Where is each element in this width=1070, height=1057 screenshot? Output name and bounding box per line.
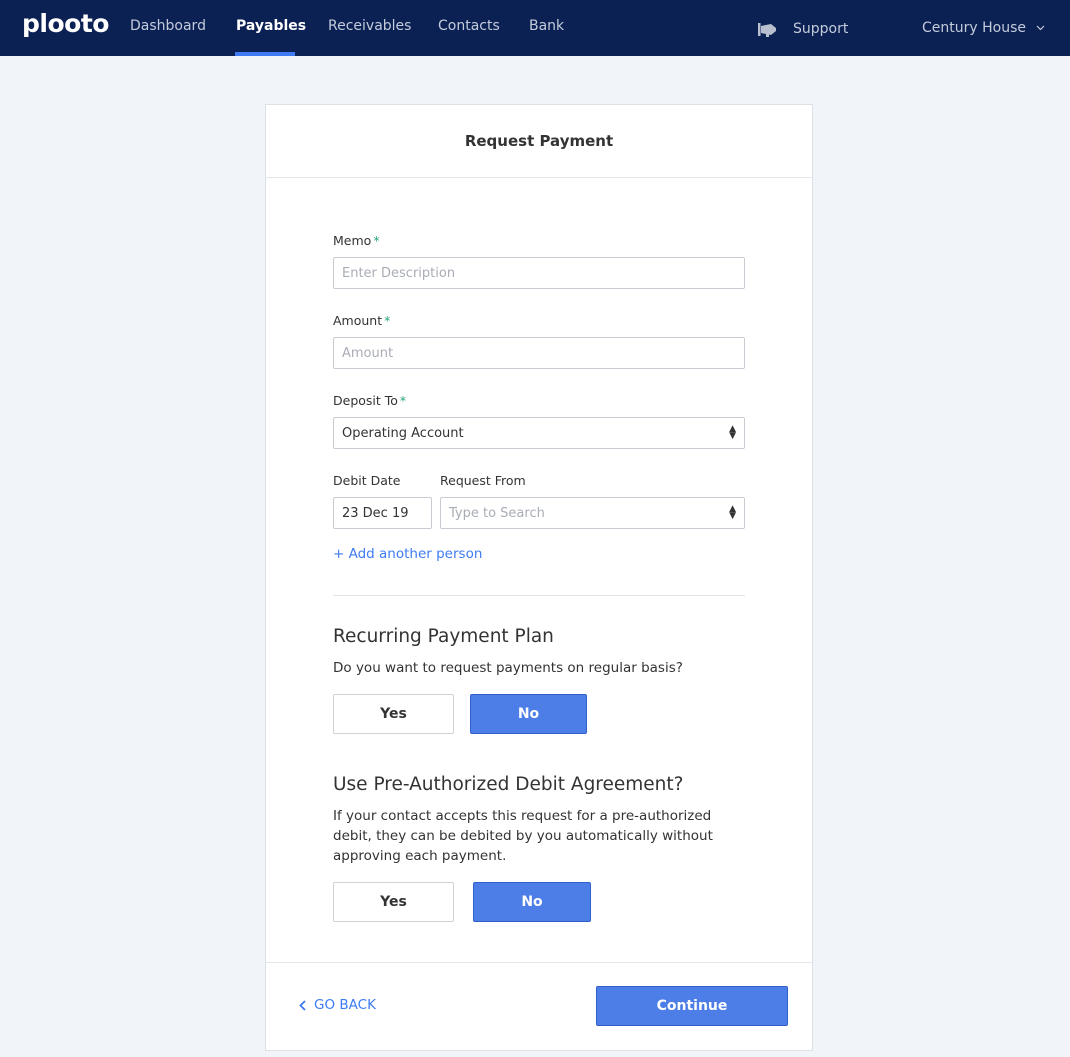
memo-input[interactable] xyxy=(333,257,745,289)
go-back-link[interactable]: GO BACK xyxy=(299,997,376,1013)
continue-button[interactable]: Continue xyxy=(596,986,788,1026)
account-name: Century House xyxy=(922,20,1026,36)
deposit-to-select[interactable]: Operating Account ▲ ▼ xyxy=(333,417,745,449)
nav-item-dashboard[interactable]: Dashboard xyxy=(130,18,206,34)
request-from-select[interactable]: Type to Search ▲ ▼ xyxy=(440,497,745,529)
active-nav-indicator xyxy=(235,52,295,56)
nav-item-receivables[interactable]: Receivables xyxy=(328,18,411,34)
request-from-placeholder: Type to Search xyxy=(449,505,545,521)
pad-agreement-title: Use Pre-Authorized Debit Agreement? xyxy=(333,774,684,795)
request-payment-card: Request Payment Memo* Amount* Deposit To… xyxy=(265,104,813,1051)
debit-date-field[interactable]: 23 Dec 19 xyxy=(333,497,432,529)
debit-date-label: Debit Date xyxy=(333,473,401,488)
card-title: Request Payment xyxy=(266,105,812,178)
nav-item-bank[interactable]: Bank xyxy=(529,18,564,34)
support-label: Support xyxy=(793,21,849,37)
required-mark: * xyxy=(373,233,380,248)
megaphone-icon xyxy=(758,23,776,37)
top-navbar: plooto Dashboard Payables Receivables Co… xyxy=(0,0,1070,56)
pad-no-button[interactable]: No xyxy=(473,882,591,922)
deposit-to-value: Operating Account xyxy=(342,425,464,441)
add-another-person-link[interactable]: + Add another person xyxy=(333,546,482,562)
required-mark: * xyxy=(384,313,391,328)
nav-item-contacts[interactable]: Contacts xyxy=(438,18,500,34)
account-menu[interactable]: Century House xyxy=(922,20,1045,36)
required-mark: * xyxy=(399,393,407,408)
memo-label: Memo * xyxy=(333,233,380,248)
amount-label: Amount * xyxy=(333,313,391,328)
recurring-yes-button[interactable]: Yes xyxy=(333,694,454,734)
pad-yes-button[interactable]: Yes xyxy=(333,882,454,922)
debit-date-value: 23 Dec 19 xyxy=(342,505,409,521)
support-link[interactable]: Support xyxy=(757,20,848,38)
chevron-left-icon xyxy=(299,999,306,1011)
deposit-to-label: Deposit To * xyxy=(333,393,407,408)
plooto-logo[interactable]: plooto xyxy=(22,9,109,38)
recurring-no-button[interactable]: No xyxy=(470,694,587,734)
nav-item-payables[interactable]: Payables xyxy=(236,18,306,34)
section-divider xyxy=(333,595,745,596)
select-arrows-icon: ▲ ▼ xyxy=(729,424,736,441)
footer-divider xyxy=(266,962,812,963)
chevron-down-icon xyxy=(1036,25,1045,31)
request-from-label: Request From xyxy=(440,473,526,488)
recurring-plan-text: Do you want to request payments on regul… xyxy=(333,660,683,676)
amount-input[interactable] xyxy=(333,337,745,369)
go-back-label: GO BACK xyxy=(314,997,376,1013)
pad-agreement-text: If your contact accepts this request for… xyxy=(333,808,713,864)
select-arrows-icon: ▲ ▼ xyxy=(729,504,736,521)
recurring-plan-title: Recurring Payment Plan xyxy=(333,626,554,647)
